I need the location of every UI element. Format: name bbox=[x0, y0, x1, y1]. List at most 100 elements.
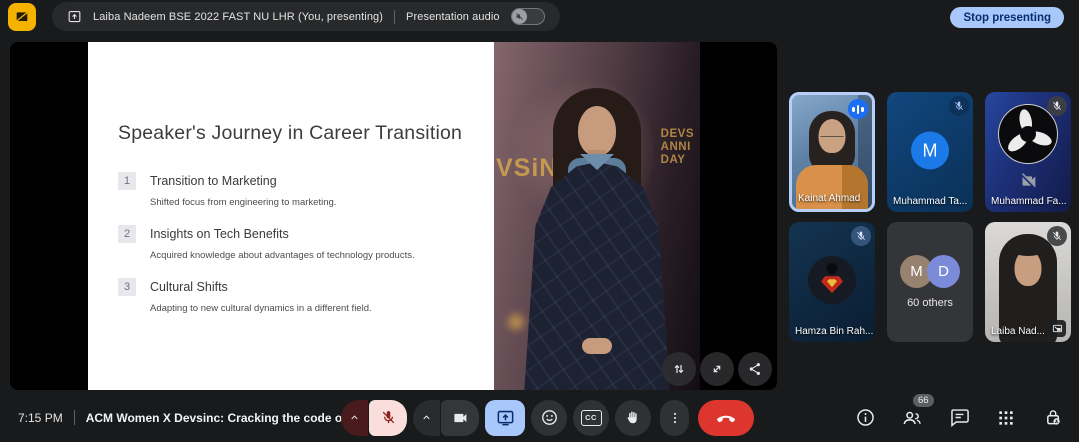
others-count-label: 60 others bbox=[907, 297, 953, 309]
presenting-tab-icon[interactable] bbox=[8, 3, 36, 31]
smiley-icon bbox=[540, 408, 559, 427]
superman-logo bbox=[821, 276, 843, 293]
mic-options-button[interactable] bbox=[341, 400, 368, 436]
participant-tile-hamza[interactable]: Hamza Bin Rah... bbox=[789, 222, 875, 342]
swap-arrows-icon bbox=[671, 361, 687, 377]
participant-tile-kainat[interactable]: Kainat Ahmad bbox=[789, 92, 875, 212]
chat-panel-button[interactable] bbox=[947, 406, 971, 430]
item-title: Cultural Shifts bbox=[150, 280, 372, 294]
camera-control-group bbox=[413, 400, 479, 436]
item-description: Adapting to new cultural dynamics in a d… bbox=[150, 303, 372, 314]
participant-name: Hamza Bin Rah... bbox=[795, 326, 873, 337]
shared-slide: Speaker's Journey in Career Transition 1… bbox=[88, 42, 700, 390]
meeting-panels: 66 bbox=[853, 393, 1065, 442]
slide-item-list: 1 Transition to Marketing Shifted focus … bbox=[118, 172, 488, 331]
end-call-icon bbox=[715, 407, 737, 429]
speaker-off-icon bbox=[515, 12, 524, 21]
mic-off-icon bbox=[1047, 226, 1067, 246]
participant-name: Muhammad Fa... bbox=[991, 196, 1067, 207]
participant-tile-laiba[interactable]: Laiba Nad... bbox=[985, 222, 1071, 342]
activities-panel-button[interactable] bbox=[994, 406, 1018, 430]
end-call-button[interactable] bbox=[698, 400, 754, 436]
slide-item: 1 Transition to Marketing Shifted focus … bbox=[118, 172, 488, 208]
apps-grid-icon bbox=[996, 408, 1016, 428]
info-icon bbox=[855, 407, 876, 428]
item-title: Transition to Marketing bbox=[150, 174, 336, 188]
swap-presentation-button[interactable] bbox=[662, 352, 696, 386]
cc-icon: CC bbox=[581, 410, 602, 426]
item-number: 3 bbox=[118, 278, 136, 296]
raise-hand-button[interactable] bbox=[615, 400, 651, 436]
top-bar: Laiba Nadeem BSE 2022 FAST NU LHR (You, … bbox=[0, 0, 1079, 36]
mic-off-icon bbox=[851, 226, 871, 246]
camera-icon bbox=[451, 409, 469, 427]
divider bbox=[74, 410, 75, 425]
avatar: M bbox=[911, 131, 949, 169]
mic-off-icon bbox=[949, 96, 969, 116]
item-description: Shifted focus from engineering to market… bbox=[150, 197, 336, 208]
speaking-indicator-icon bbox=[848, 99, 868, 119]
lock-icon bbox=[1043, 407, 1064, 428]
meeting-details-button[interactable] bbox=[853, 406, 877, 430]
call-controls: CC bbox=[341, 393, 754, 442]
mic-off-icon bbox=[380, 409, 397, 426]
participant-body bbox=[796, 165, 868, 212]
mic-off-icon bbox=[1047, 96, 1067, 116]
share-button[interactable] bbox=[738, 352, 772, 386]
host-controls-button[interactable] bbox=[1041, 406, 1065, 430]
captions-button[interactable]: CC bbox=[573, 400, 609, 436]
people-panel-button[interactable]: 66 bbox=[900, 406, 924, 430]
presentation-audio-toggle[interactable] bbox=[511, 8, 545, 25]
participant-glasses bbox=[821, 130, 844, 137]
mic-mute-button[interactable] bbox=[369, 400, 407, 436]
people-icon bbox=[901, 407, 923, 429]
presenter-label: Laiba Nadeem BSE 2022 FAST NU LHR (You, … bbox=[93, 11, 383, 23]
participant-name: Kainat Ahmad bbox=[798, 193, 860, 204]
avatar bbox=[808, 256, 856, 304]
present-to-tab-icon bbox=[67, 9, 82, 24]
stage-overlay-controls bbox=[662, 352, 772, 386]
speaker-hands bbox=[582, 338, 612, 354]
screen-share-slash-icon bbox=[14, 9, 30, 25]
fullscreen-button[interactable] bbox=[700, 352, 734, 386]
chevron-up-icon bbox=[421, 412, 432, 423]
slide-item: 3 Cultural Shifts Adapting to new cultur… bbox=[118, 278, 488, 314]
bokeh-light bbox=[508, 314, 524, 330]
divider bbox=[394, 10, 395, 24]
slide-item: 2 Insights on Tech Benefits Acquired kno… bbox=[118, 225, 488, 261]
meet-window: Laiba Nadeem BSE 2022 FAST NU LHR (You, … bbox=[0, 0, 1079, 442]
hand-icon bbox=[624, 409, 642, 427]
more-options-button[interactable] bbox=[660, 400, 689, 436]
meeting-info: 7:15 PM ACM Women X Devsinc: Cracking th… bbox=[18, 393, 362, 442]
presenting-status-pill: Laiba Nadeem BSE 2022 FAST NU LHR (You, … bbox=[52, 2, 560, 31]
bottom-bar: 7:15 PM ACM Women X Devsinc: Cracking th… bbox=[0, 393, 1079, 442]
pip-icon[interactable] bbox=[1049, 320, 1066, 337]
present-now-button[interactable] bbox=[485, 400, 525, 436]
backdrop-event-text: DEVS ANNI DAY bbox=[661, 128, 694, 167]
presentation-stage[interactable]: Speaker's Journey in Career Transition 1… bbox=[10, 42, 777, 390]
participant-name: Muhammad Ta... bbox=[893, 196, 967, 207]
speaker-face bbox=[578, 106, 616, 156]
camera-off-icon bbox=[1017, 170, 1039, 197]
presentation-audio-label: Presentation audio bbox=[406, 11, 500, 23]
overflow-participants-tile[interactable]: M D 60 others bbox=[887, 222, 973, 342]
chat-icon bbox=[949, 407, 970, 428]
share-icon bbox=[747, 361, 763, 377]
item-description: Acquired knowledge about advantages of t… bbox=[150, 250, 415, 261]
toggle-knob bbox=[512, 9, 527, 24]
camera-options-button[interactable] bbox=[413, 400, 440, 436]
slide-title: Speaker's Journey in Career Transition bbox=[118, 122, 462, 145]
expand-icon bbox=[709, 361, 725, 377]
participant-name: Laiba Nad... bbox=[991, 326, 1045, 337]
participant-tile-muhammad-fa[interactable]: Muhammad Fa... bbox=[985, 92, 1071, 212]
stop-presenting-button[interactable]: Stop presenting bbox=[950, 7, 1064, 28]
mic-control-group bbox=[341, 400, 407, 436]
more-vertical-icon bbox=[668, 411, 682, 425]
camera-button[interactable] bbox=[441, 400, 479, 436]
item-title: Insights on Tech Benefits bbox=[150, 227, 415, 241]
reactions-button[interactable] bbox=[531, 400, 567, 436]
participant-tile-muhammad-ta[interactable]: M Muhammad Ta... bbox=[887, 92, 973, 212]
item-number: 1 bbox=[118, 172, 136, 190]
clock-time: 7:15 PM bbox=[18, 411, 63, 425]
avatar: D bbox=[927, 255, 960, 288]
